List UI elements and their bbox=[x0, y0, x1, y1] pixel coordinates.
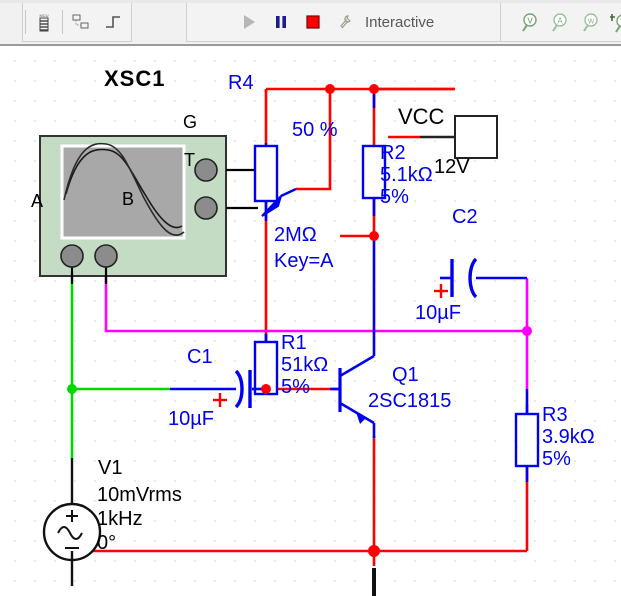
junction-node bbox=[369, 84, 379, 94]
scope-terminal-a[interactable] bbox=[60, 244, 84, 268]
svg-text:MCU: MCU bbox=[39, 13, 48, 18]
label-q1-ref: Q1 bbox=[392, 364, 419, 386]
scope-terminal-label-a: A bbox=[31, 191, 44, 211]
label-r4-value: 2MΩ bbox=[274, 224, 317, 246]
label-r3-value: 3.9kΩ bbox=[542, 426, 595, 448]
label-v1-value: 10mVrms bbox=[97, 484, 182, 506]
junction-node-magenta bbox=[522, 326, 532, 336]
toolbar-group-probes: V A W V bbox=[500, 3, 621, 42]
label-r4-key: Key=A bbox=[274, 250, 334, 272]
component-c1-capacitor[interactable] bbox=[234, 369, 252, 409]
label-r2-tolerance: 5% bbox=[380, 186, 409, 208]
pause-button[interactable] bbox=[268, 9, 294, 35]
label-r3-tolerance: 5% bbox=[542, 448, 571, 470]
wire-group-green-channel-a bbox=[70, 246, 170, 458]
oscilloscope[interactable] bbox=[39, 135, 258, 284]
scope-terminal-b[interactable] bbox=[94, 244, 118, 268]
label-r1-value: 51kΩ bbox=[281, 354, 329, 376]
differential-voltage-probe-icon[interactable]: V bbox=[609, 9, 621, 35]
simulation-mode-label: Interactive bbox=[365, 13, 435, 31]
label-r4-ref: R4 bbox=[228, 72, 254, 94]
wrench-icon bbox=[332, 9, 358, 35]
label-q1-value: 2SC1815 bbox=[368, 390, 452, 412]
toolbar-group-left: MCU bbox=[22, 3, 132, 42]
label-r1-ref: R1 bbox=[281, 332, 307, 354]
scope-terminal-label-t: T bbox=[184, 150, 195, 170]
label-v1-ref: V1 bbox=[98, 457, 123, 479]
current-probe-icon[interactable]: A bbox=[548, 9, 572, 35]
junction-node bbox=[261, 384, 271, 394]
svg-text:W: W bbox=[587, 19, 594, 26]
toolbar-divider bbox=[25, 10, 26, 34]
svg-text:V: V bbox=[527, 17, 533, 26]
step-signal-icon[interactable] bbox=[100, 9, 126, 35]
instrument-label-xsc1: XSC1 bbox=[104, 66, 166, 91]
scope-terminal-label-b: B bbox=[122, 189, 135, 209]
stop-button[interactable] bbox=[300, 9, 326, 35]
scope-terminal-label-g: G bbox=[183, 112, 198, 132]
label-c1-ref: C1 bbox=[187, 346, 213, 368]
junction-node bbox=[325, 84, 335, 94]
svg-text:A: A bbox=[558, 17, 564, 26]
power-probe-icon[interactable]: W bbox=[579, 9, 603, 35]
run-button[interactable] bbox=[236, 9, 262, 35]
simulation-settings-icon[interactable]: MCU bbox=[31, 9, 57, 35]
net-list-icon[interactable] bbox=[68, 9, 94, 35]
junction-node bbox=[369, 231, 379, 241]
label-v1-frequency: 1kHz bbox=[97, 508, 143, 530]
schematic-canvas[interactable]: XSC1 A B G T R4 50 % 2MΩ Key=A R2 5.1kΩ … bbox=[0, 46, 621, 596]
junction-node-green bbox=[67, 384, 77, 394]
label-vcc-value: 12V bbox=[434, 156, 470, 178]
label-c1-value: 10µF bbox=[168, 408, 214, 430]
label-r2-ref: R2 bbox=[380, 142, 406, 164]
label-vcc-ref: VCC bbox=[398, 104, 445, 129]
label-v1-phase: 0° bbox=[97, 532, 117, 554]
junction-node bbox=[368, 545, 380, 557]
label-c2-ref: C2 bbox=[452, 206, 478, 228]
toolbar-divider bbox=[62, 10, 63, 34]
component-r4-potentiometer[interactable] bbox=[253, 143, 297, 217]
voltage-probe-icon[interactable]: V bbox=[518, 9, 542, 35]
label-r1-tolerance: 5% bbox=[281, 376, 310, 398]
component-v1-source[interactable] bbox=[42, 458, 102, 586]
label-r4-wiper-percent: 50 % bbox=[292, 119, 338, 141]
scope-terminal-g[interactable] bbox=[194, 158, 218, 182]
label-c2-value: 10µF bbox=[415, 302, 461, 324]
label-r3-ref: R3 bbox=[542, 404, 568, 426]
simulation-toolbar: MCU Interactive V A W bbox=[0, 0, 621, 46]
label-r2-value: 5.1kΩ bbox=[380, 164, 433, 186]
component-c2-capacitor[interactable] bbox=[450, 257, 478, 299]
scope-terminal-t[interactable] bbox=[194, 196, 218, 220]
component-ground[interactable] bbox=[352, 568, 396, 596]
toolbar-group-transport: Interactive bbox=[186, 3, 539, 42]
